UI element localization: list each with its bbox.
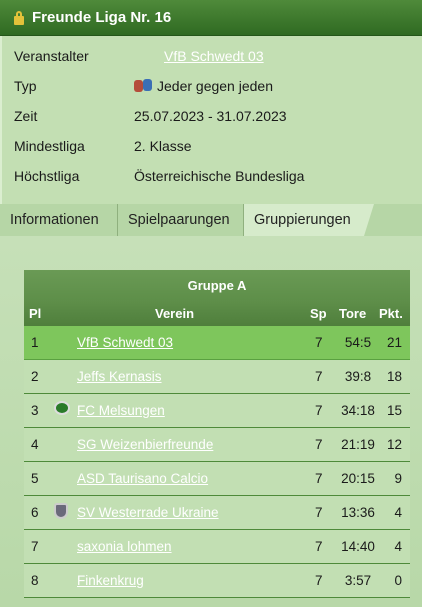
rank: 6 xyxy=(31,505,39,520)
points: 9 xyxy=(394,471,402,486)
detail-label: Zeit xyxy=(14,108,38,124)
table-row: 5 ASD Taurisano Calcio 7 20:15 9 xyxy=(24,462,410,496)
table-row: 7 saxonia lohmen 7 14:40 4 xyxy=(24,530,410,564)
sv-westerrade-logo-icon xyxy=(54,503,70,519)
rank: 3 xyxy=(31,403,39,418)
col-verein: Verein xyxy=(155,306,195,321)
detail-label: Veranstalter xyxy=(14,48,89,64)
group-title: Gruppe A xyxy=(24,270,410,300)
detail-label: Typ xyxy=(14,78,37,94)
games: 7 xyxy=(315,437,323,452)
league-details: Veranstalter VfB Schwedt 03 Typ Jeder ge… xyxy=(0,36,422,204)
detail-row-mindestliga: Mindestliga 2. Klasse xyxy=(14,136,192,156)
organizer-link[interactable]: VfB Schwedt 03 xyxy=(134,48,264,64)
games: 7 xyxy=(315,505,323,520)
points: 4 xyxy=(394,539,402,554)
team-link[interactable]: SG Weizenbierfreunde xyxy=(77,437,213,452)
detail-label: Mindestliga xyxy=(14,138,85,154)
group-table: Gruppe A Pl Verein Sp Tore Pkt. 1 VfB Sc… xyxy=(24,270,410,598)
detail-value: 2. Klasse xyxy=(134,138,192,154)
col-tore: Tore xyxy=(339,306,367,321)
games: 7 xyxy=(315,573,323,588)
rank: 8 xyxy=(31,573,39,588)
goals: 14:40 xyxy=(341,539,375,554)
col-sp: Sp xyxy=(310,306,327,321)
team-link[interactable]: VfB Schwedt 03 xyxy=(77,335,173,350)
goals: 3:57 xyxy=(344,573,372,588)
table-header: Pl Verein Sp Tore Pkt. xyxy=(24,300,410,326)
table-row: 6 SV Westerrade Ukraine 7 13:36 4 xyxy=(24,496,410,530)
points: 21 xyxy=(386,335,402,350)
goals: 20:15 xyxy=(341,471,375,486)
team-link[interactable]: FC Melsungen xyxy=(77,403,165,418)
col-pkt: Pkt. xyxy=(379,306,403,321)
points: 15 xyxy=(386,403,402,418)
league-title: Freunde Liga Nr. 16 xyxy=(32,9,172,26)
table-row: 1 VfB Schwedt 03 7 54:5 21 xyxy=(24,326,410,360)
team-link[interactable]: SV Westerrade Ukraine xyxy=(77,505,219,520)
detail-row-zeit: Zeit 25.07.2023 - 31.07.2023 xyxy=(14,106,287,126)
type-value: Jeder gegen jeden xyxy=(157,78,273,94)
games: 7 xyxy=(315,539,323,554)
detail-row-veranstalter: Veranstalter VfB Schwedt 03 xyxy=(14,46,264,66)
detail-value: Österreichische Bundesliga xyxy=(134,168,305,184)
goals: 21:19 xyxy=(341,437,375,452)
league-header: Freunde Liga Nr. 16 xyxy=(0,0,422,36)
points: 12 xyxy=(386,437,402,452)
groups-panel: Gruppe A Pl Verein Sp Tore Pkt. 1 VfB Sc… xyxy=(0,236,422,607)
goals: 13:36 xyxy=(341,505,375,520)
versus-icon xyxy=(134,78,154,94)
goals: 54:5 xyxy=(344,335,372,350)
rank: 5 xyxy=(31,471,39,486)
tab-gruppierungen[interactable]: Gruppierungen xyxy=(244,204,374,236)
team-link[interactable]: Finkenkrug xyxy=(77,573,144,588)
games: 7 xyxy=(315,335,323,350)
rank: 7 xyxy=(31,539,39,554)
table-row: 8 Finkenkrug 7 3:57 0 xyxy=(24,564,410,598)
points: 18 xyxy=(386,369,402,384)
rank: 2 xyxy=(31,369,39,384)
tab-informationen[interactable]: Informationen xyxy=(0,204,118,236)
goals: 39:8 xyxy=(344,369,372,384)
col-pl: Pl xyxy=(29,306,42,321)
points: 4 xyxy=(394,505,402,520)
goals: 34:18 xyxy=(341,403,375,418)
tab-spielpaarungen[interactable]: Spielpaarungen xyxy=(118,204,244,236)
points: 0 xyxy=(394,573,402,588)
tab-bar: Informationen Spielpaarungen Gruppierung… xyxy=(0,204,422,236)
games: 7 xyxy=(315,369,323,384)
detail-row-hoechstliga: Höchstliga Österreichische Bundesliga xyxy=(14,166,304,186)
detail-value: 25.07.2023 - 31.07.2023 xyxy=(134,108,287,124)
lock-icon xyxy=(14,10,24,25)
games: 7 xyxy=(315,471,323,486)
games: 7 xyxy=(315,403,323,418)
team-link[interactable]: Jeffs Kernasis xyxy=(77,369,162,384)
rank: 1 xyxy=(31,335,39,350)
table-row: 4 SG Weizenbierfreunde 7 21:19 12 xyxy=(24,428,410,462)
rank: 4 xyxy=(31,437,39,452)
team-link[interactable]: saxonia lohmen xyxy=(77,539,172,554)
detail-row-typ: Typ Jeder gegen jeden xyxy=(14,76,273,96)
detail-value: Jeder gegen jeden xyxy=(134,78,273,94)
team-link[interactable]: ASD Taurisano Calcio xyxy=(77,471,208,486)
fc-melsungen-logo-icon xyxy=(54,401,70,417)
detail-label: Höchstliga xyxy=(14,168,80,184)
table-row: 3 FC Melsungen 7 34:18 15 xyxy=(24,394,410,428)
table-row: 2 Jeffs Kernasis 7 39:8 18 xyxy=(24,360,410,394)
